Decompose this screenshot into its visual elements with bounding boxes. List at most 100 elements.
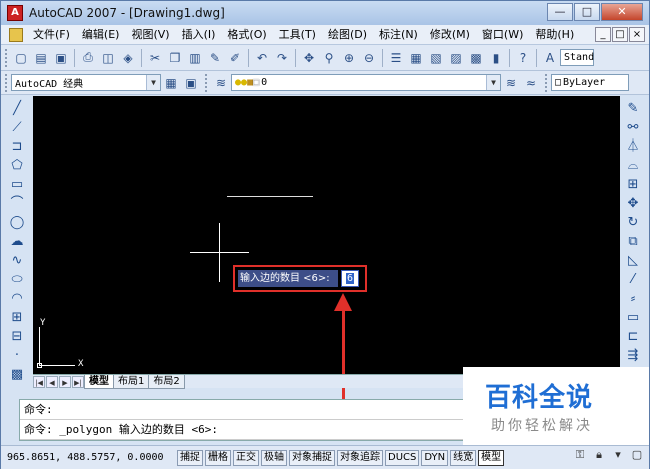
chevron-down-icon[interactable]: ▼ — [486, 75, 500, 90]
help-icon[interactable]: ? — [514, 49, 532, 67]
clean-screen-icon[interactable]: ▢ — [629, 447, 645, 463]
next-tab-button[interactable]: ▶ — [59, 375, 71, 388]
revision-cloud-icon[interactable]: ☁ — [7, 232, 27, 251]
otrack-toggle[interactable]: 对象追踪 — [337, 449, 383, 466]
layer-combo[interactable]: ● ● ■ □ 0 ▼ — [231, 74, 501, 91]
publish-icon[interactable]: ◈ — [119, 49, 137, 67]
move-icon[interactable]: ✥ — [623, 194, 643, 213]
annotation-scale-icon[interactable]: ⚿ — [572, 447, 588, 463]
dyn-toggle[interactable]: DYN — [421, 449, 449, 466]
ortho-toggle[interactable]: 正交 — [233, 449, 259, 466]
redo-icon[interactable]: ↷ — [273, 49, 291, 67]
circle-icon[interactable]: ◯ — [7, 213, 27, 232]
arc-icon[interactable]: ⌒ — [7, 194, 27, 213]
layer-previous-icon[interactable]: ≈ — [522, 74, 540, 92]
tab-layout2[interactable]: 布局2 — [148, 374, 185, 389]
menu-format[interactable]: 格式(O) — [221, 25, 272, 45]
snap-toggle[interactable]: 捕捉 — [177, 449, 203, 466]
grid-toggle[interactable]: 栅格 — [205, 449, 231, 466]
toolbar-grip[interactable] — [5, 73, 8, 92]
menu-modify[interactable]: 修改(M) — [424, 25, 476, 45]
sheet-set-icon[interactable]: ▨ — [447, 49, 465, 67]
mirror-icon[interactable]: ⏃ — [623, 137, 643, 156]
text-style-combo[interactable]: Stand — [560, 49, 594, 66]
rotate-icon[interactable]: ↻ — [623, 213, 643, 232]
save-icon[interactable]: ▣ — [52, 49, 70, 67]
document-icon[interactable] — [9, 27, 23, 42]
menu-draw[interactable]: 绘图(D) — [322, 25, 373, 45]
point-icon[interactable]: · — [7, 346, 27, 365]
copy-icon[interactable]: ❐ — [166, 49, 184, 67]
new-icon[interactable]: ▢ — [12, 49, 30, 67]
polyline-icon[interactable]: ⊐ — [7, 137, 27, 156]
preview-icon[interactable]: ◫ — [99, 49, 117, 67]
menu-tools[interactable]: 工具(T) — [273, 25, 322, 45]
menu-dimension[interactable]: 标注(N) — [373, 25, 424, 45]
drawing-area[interactable] — [33, 96, 620, 374]
insert-block-icon[interactable]: ⊞ — [7, 308, 27, 327]
text-style-icon[interactable]: A — [541, 49, 559, 67]
line-icon[interactable]: ╱ — [7, 99, 27, 118]
copy-object-icon[interactable]: ⚯ — [623, 118, 643, 137]
last-tab-button[interactable]: ▶| — [72, 375, 84, 388]
zoom-previous-icon[interactable]: ⊖ — [360, 49, 378, 67]
title-bar[interactable]: A AutoCAD 2007 - [Drawing1.dwg] — □ ✕ — [1, 1, 649, 25]
doc-restore-button[interactable]: □ — [612, 27, 628, 42]
doc-minimize-button[interactable]: _ — [595, 27, 611, 42]
scale-icon[interactable]: ⧉ — [623, 232, 643, 251]
hatch-icon[interactable]: ▩ — [7, 365, 27, 384]
menu-window[interactable]: 窗口(W) — [476, 25, 529, 45]
paste-icon[interactable]: ▥ — [186, 49, 204, 67]
array-icon[interactable]: ⊞ — [623, 175, 643, 194]
tool-palettes-icon[interactable]: ▧ — [427, 49, 445, 67]
stretch-icon[interactable]: ◺ — [623, 251, 643, 270]
offset-icon[interactable]: ⌓ — [623, 156, 643, 175]
menu-file[interactable]: 文件(F) — [27, 25, 76, 45]
polygon-icon[interactable]: ⬠ — [7, 156, 27, 175]
join-icon[interactable]: ⊏ — [623, 327, 643, 346]
doc-close-button[interactable]: × — [629, 27, 645, 42]
save-workspace-icon[interactable]: ▣ — [182, 74, 200, 92]
previous-tab-button[interactable]: ◀ — [46, 375, 58, 388]
color-combo[interactable]: □ ByLayer — [551, 74, 629, 91]
lineweight-toggle[interactable]: 线宽 — [450, 449, 477, 466]
pan-icon[interactable]: ✥ — [300, 49, 318, 67]
workspace-settings-icon[interactable]: ▦ — [162, 74, 180, 92]
match-properties-icon[interactable]: ✎ — [206, 49, 224, 67]
chevron-down-icon[interactable]: ▾ — [610, 447, 626, 463]
tab-layout1[interactable]: 布局1 — [113, 374, 150, 389]
model-toggle[interactable]: 模型 — [478, 449, 505, 466]
toolbar-grip[interactable] — [5, 48, 8, 67]
calculator-icon[interactable]: ▮ — [487, 49, 505, 67]
rectangle-icon[interactable]: ▭ — [7, 175, 27, 194]
markup-icon[interactable]: ▩ — [467, 49, 485, 67]
ellipse-arc-icon[interactable]: ◠ — [7, 289, 27, 308]
menu-edit[interactable]: 编辑(E) — [76, 25, 126, 45]
open-icon[interactable]: ▤ — [32, 49, 50, 67]
extend-icon[interactable]: ⸗ — [623, 289, 643, 308]
zoom-window-icon[interactable]: ⊕ — [340, 49, 358, 67]
toolbar-grip[interactable] — [545, 73, 548, 92]
zoom-realtime-icon[interactable]: ⚲ — [320, 49, 338, 67]
print-icon[interactable]: ⎙ — [79, 49, 97, 67]
construction-line-icon[interactable]: ⟋ — [7, 118, 27, 137]
osnap-toggle[interactable]: 对象捕捉 — [289, 449, 335, 466]
polar-toggle[interactable]: 极轴 — [261, 449, 287, 466]
close-button[interactable]: ✕ — [601, 3, 643, 21]
ducs-toggle[interactable]: DUCS — [385, 449, 420, 466]
design-center-icon[interactable]: ▦ — [407, 49, 425, 67]
chevron-down-icon[interactable]: ▼ — [146, 75, 160, 90]
autocad-app-icon[interactable]: A — [7, 5, 23, 21]
cut-icon[interactable]: ✂ — [146, 49, 164, 67]
trim-icon[interactable]: ⁄ — [623, 270, 643, 289]
properties-icon[interactable]: ☰ — [387, 49, 405, 67]
chamfer-icon[interactable]: ⇶ — [623, 346, 643, 365]
break-icon[interactable]: ▭ — [623, 308, 643, 327]
menu-view[interactable]: 视图(V) — [125, 25, 175, 45]
dynamic-input-field[interactable]: 6 — [341, 270, 359, 287]
ellipse-icon[interactable]: ⬭ — [7, 270, 27, 289]
first-tab-button[interactable]: |◀ — [33, 375, 45, 388]
maximize-button[interactable]: □ — [574, 3, 600, 21]
tab-model[interactable]: 模型 — [84, 374, 114, 389]
erase-icon[interactable]: ✎ — [623, 99, 643, 118]
